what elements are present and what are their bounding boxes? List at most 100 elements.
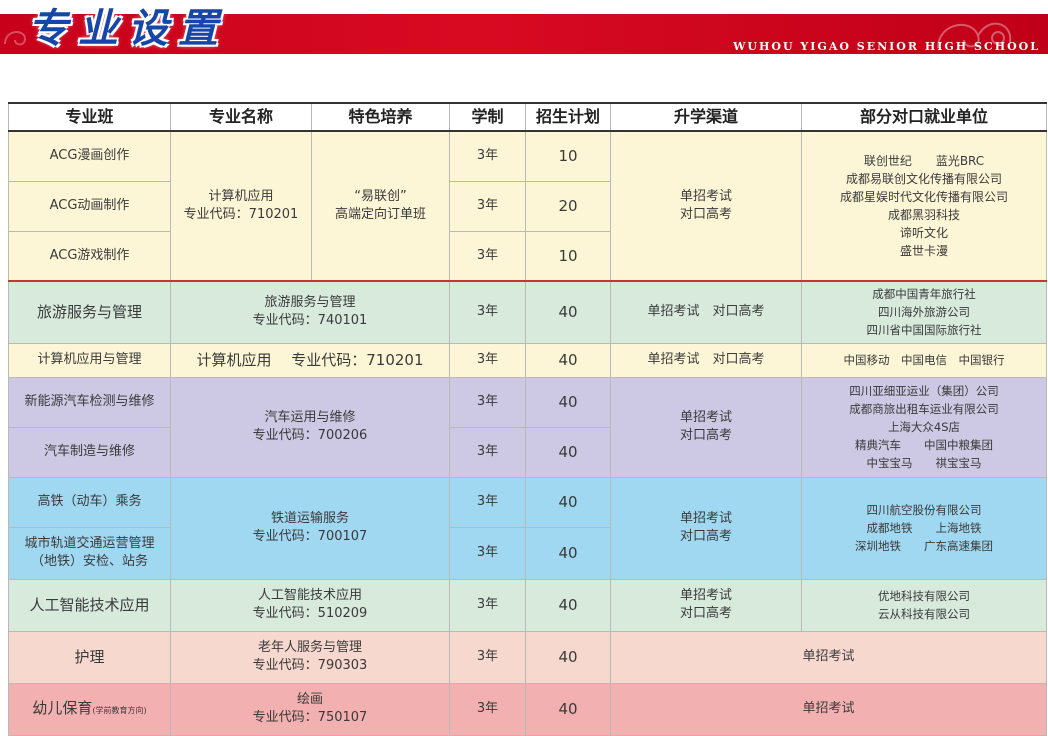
years-cell: 3年	[449, 280, 526, 344]
major-name: 汽车运用与维修	[264, 410, 356, 425]
major-label: 幼儿保育	[32, 698, 93, 717]
employer-cell: 优地科技有限公司 云从科技有限公司	[801, 578, 1047, 632]
major-code: 专业代码：700107	[252, 529, 368, 544]
major-name-cell: 计算机应用 专业代码：710201	[170, 130, 312, 282]
employer-item: 中宝宝马 祺宝宝马	[866, 456, 982, 470]
header-cell: 特色培养	[311, 102, 450, 132]
major-cell: ACG漫画创作	[8, 130, 171, 182]
header-row: 专业班 专业名称 特色培养 学制 招生计划 升学渠道 部分对口就业单位	[8, 102, 1047, 132]
major-line: 城市轨道交通运营管理	[24, 536, 155, 551]
major-code: 专业代码：740101	[252, 313, 368, 329]
major-cell: 城市轨道交通运营管理 （地铁）安检、站务	[8, 526, 171, 580]
employer-item: 精典汽车 中国中粮集团	[855, 438, 993, 452]
employer-cell: 成都中国青年旅行社 四川海外旅游公司 四川省中国国际旅行社	[801, 280, 1047, 344]
employer-cell: 中国移动 中国电信 中国银行	[801, 342, 1047, 378]
major-code: 专业代码：790303	[252, 658, 368, 673]
channel-cell: 单招考试 对口高考	[610, 476, 802, 580]
major-line: （地铁）安检、站务	[30, 554, 148, 569]
employer-item: 优地科技有限公司	[878, 589, 970, 603]
years-cell: 3年	[449, 630, 526, 684]
major-table: 专业班 专业名称 特色培养 学制 招生计划 升学渠道 部分对口就业单位 ACG漫…	[8, 102, 1047, 736]
table-row: 护理 老年人服务与管理 专业代码：790303 3年 40 单招考试	[8, 630, 1047, 684]
feature-cell: “易联创” 高端定向订单班	[311, 130, 450, 282]
feature-line: 高端定向订单班	[334, 207, 426, 222]
plan-cell: 40	[525, 426, 611, 478]
employer-item: 云从科技有限公司	[878, 607, 970, 621]
channel-cell: 单招考试	[610, 682, 1047, 736]
years-cell: 3年	[449, 476, 526, 528]
channel-cell: 单招考试 对口高考	[610, 280, 802, 344]
header-cell: 部分对口就业单位	[801, 102, 1047, 132]
major-name-cell: 汽车运用与维修 专业代码：700206	[170, 376, 450, 478]
channel-line: 单招考试	[679, 588, 732, 603]
employer-item: 联创世纪 蓝光BRC	[863, 154, 985, 168]
school-name: WUHOU YIGAO SENIOR HIGH SCHOOL	[733, 40, 1040, 53]
header-cell: 招生计划	[525, 102, 611, 132]
employer-item: 成都黑羽科技	[887, 208, 960, 222]
employer-item: 四川省中国国际旅行社	[866, 323, 982, 338]
plan-cell: 40	[525, 578, 611, 632]
table-row: 旅游服务与管理 旅游服务与管理 专业代码：740101 3年 40 单招考试 对…	[8, 280, 1047, 344]
page-title: 专业设置	[28, 5, 228, 52]
major-name: 人工智能技术应用	[257, 588, 362, 603]
plan-cell: 40	[525, 476, 611, 528]
major-cell: 新能源汽车检测与维修	[8, 376, 171, 428]
major-name: 老年人服务与管理	[257, 640, 362, 655]
table-row: 幼儿保育(学前教育方向) 绘画 专业代码：750107 3年 40 单招考试	[8, 682, 1047, 736]
years-cell: 3年	[449, 342, 526, 378]
employer-item: 成都地铁 上海地铁	[866, 521, 982, 535]
header-cell: 升学渠道	[610, 102, 802, 132]
major-name: 旅游服务与管理	[264, 295, 356, 311]
channel-line: 单招考试	[679, 410, 732, 425]
major-name-cell: 绘画 专业代码：750107	[170, 682, 450, 736]
years-cell: 3年	[449, 230, 526, 282]
channel-cell: 单招考试 对口高考	[610, 578, 802, 632]
major-cell: 护理	[8, 630, 171, 684]
page-banner: 专业设置 WUHOU YIGAO SENIOR HIGH SCHOOL	[0, 0, 1048, 56]
major-name-cell: 计算机应用 专业代码：710201	[170, 342, 450, 378]
employer-item: 深圳地铁 广东高速集团	[855, 539, 993, 553]
table-row: 新能源汽车检测与维修 汽车运用与维修 专业代码：700206 3年 40 单招考…	[8, 376, 1047, 478]
major-name-cell: 老年人服务与管理 专业代码：790303	[170, 630, 450, 684]
plan-cell: 10	[525, 130, 611, 182]
channel-line: 对口高考	[679, 606, 732, 621]
header-cell: 专业名称	[170, 102, 312, 132]
major-code: 专业代码：750107	[252, 710, 368, 725]
major-cell: 旅游服务与管理	[8, 280, 171, 344]
channel-line: 单招考试	[679, 189, 732, 204]
years-cell: 3年	[449, 526, 526, 580]
years-cell: 3年	[449, 426, 526, 478]
table-row: 高铁（动车）乘务 铁道运输服务 专业代码：700107 3年 40 单招考试 对…	[8, 476, 1047, 580]
employer-item: 四川海外旅游公司	[878, 305, 970, 320]
years-cell: 3年	[449, 682, 526, 736]
plan-cell: 40	[525, 376, 611, 428]
plan-cell: 40	[525, 682, 611, 736]
major-code: 专业代码：710201	[183, 207, 299, 222]
employer-item: 成都易联创文化传播有限公司	[845, 172, 1002, 186]
plan-cell: 40	[525, 526, 611, 580]
years-cell: 3年	[449, 376, 526, 428]
channel-line: 单招考试	[679, 511, 732, 526]
channel-line: 对口高考	[679, 428, 732, 443]
plan-cell: 20	[525, 180, 611, 232]
employer-cell: 联创世纪 蓝光BRC 成都易联创文化传播有限公司 成都星娱时代文化传播有限公司 …	[801, 130, 1047, 282]
major-name-cell: 人工智能技术应用 专业代码：510209	[170, 578, 450, 632]
major-cell: 人工智能技术应用	[8, 578, 171, 632]
header-cell: 学制	[449, 102, 526, 132]
table-row: 计算机应用与管理 计算机应用 专业代码：710201 3年 40 单招考试 对口…	[8, 342, 1047, 378]
channel-cell: 单招考试 对口高考	[610, 342, 802, 378]
header-cell: 专业班	[8, 102, 171, 132]
plan-cell: 10	[525, 230, 611, 282]
major-name-cell: 铁道运输服务 专业代码：700107	[170, 476, 450, 580]
channel-cell: 单招考试 对口高考	[610, 130, 802, 282]
employer-item: 四川亚细亚运业（集团）公司	[849, 384, 999, 398]
feature-line: “易联创”	[354, 189, 407, 204]
plan-cell: 40	[525, 280, 611, 344]
major-name: 绘画	[296, 692, 323, 707]
table-row: 人工智能技术应用 人工智能技术应用 专业代码：510209 3年 40 单招考试…	[8, 578, 1047, 632]
major-name: 计算机应用	[208, 189, 274, 204]
channel-line: 对口高考	[679, 207, 732, 222]
employer-item: 成都商旅出租车运业有限公司	[849, 402, 999, 416]
years-cell: 3年	[449, 578, 526, 632]
major-cell: 汽车制造与维修	[8, 426, 171, 478]
